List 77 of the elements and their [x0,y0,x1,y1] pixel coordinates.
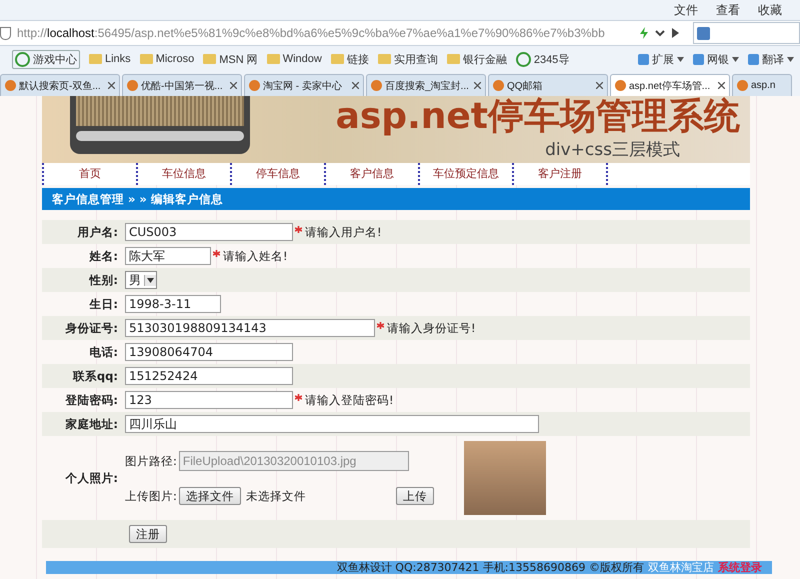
search-field[interactable] [693,22,800,44]
bookmark[interactable]: 2345导 [516,52,570,66]
caret-icon[interactable] [787,56,794,62]
field-label: 上传图片: [125,488,177,504]
input-field[interactable]: 123 [125,391,293,409]
hint-text: 请输入登陆密码! [305,392,394,408]
bookmark-folder[interactable]: Window [266,53,322,65]
nav-link[interactable]: 车位信息 [136,163,230,185]
field-label: 联系qq: [72,368,119,384]
bookmark-folder[interactable]: Links [89,53,131,65]
bookmark-folder[interactable]: 实用查询 [378,52,438,66]
gender-select[interactable]: 男 [125,271,157,289]
input-field[interactable]: 513030198809134143 [125,319,375,337]
upload-button[interactable]: 上传 [396,487,434,505]
field-label: 电话: [88,344,119,360]
bookmark-folder[interactable]: Microso [140,53,194,65]
close-icon[interactable] [108,82,115,89]
register-button[interactable]: 注册 [129,525,167,543]
close-icon[interactable] [474,82,481,89]
field-label: 登陆密码: [64,392,119,408]
caret-icon[interactable] [147,278,154,282]
input-field[interactable]: 四川乐山 [125,415,539,433]
browser-tab[interactable]: 淘宝网 - 卖家中心 [244,74,364,96]
field-label: 性别: [88,272,119,288]
bookmark[interactable]: 游戏中心 [12,50,80,68]
hint-text: 请输入身份证号! [387,320,476,336]
nav-link[interactable]: 客户注册 [512,163,608,185]
hint-text: 请输入姓名! [223,248,288,264]
close-icon[interactable] [352,82,359,89]
nav-link[interactable]: 停车信息 [230,163,324,185]
caret-icon[interactable] [677,56,684,62]
browser-tab[interactable]: QQ邮箱 [488,74,608,96]
breadcrumb-bar: 客户信息管理 » » 编辑客户信息 [42,188,750,210]
field-label: 生日: [88,296,119,312]
bookmark-folder[interactable]: 链接 [330,52,369,66]
field-label: 身份证号: [64,320,119,336]
site-subtitle: div+css三层模式 [545,139,680,161]
close-icon[interactable] [230,82,237,89]
menu-item[interactable]: 收藏 [758,2,782,18]
file-status: 未选择文件 [246,488,306,504]
input-field[interactable]: CUS003 [125,223,293,241]
field-label: 姓名: [88,248,119,264]
site-title: asp.net停车场管理系统 [336,96,740,138]
browser-tab[interactable]: 百度搜索_淘宝封... [366,74,486,96]
input-field[interactable]: 1998-3-11 [125,295,221,313]
bookmark-folder[interactable]: MSN 网 [203,52,258,66]
toolbar-button[interactable]: 扩展 [638,52,684,66]
search-icon [697,26,710,40]
nav-link[interactable]: 车位预定信息 [418,163,512,185]
toolbar-button[interactable]: 翻译 [748,52,794,66]
nav-link[interactable]: 首页 [42,163,136,185]
lightning-icon[interactable] [640,27,648,39]
close-icon[interactable] [718,82,725,89]
menu-item[interactable]: 查看 [716,2,740,18]
input-field[interactable]: 151252424 [125,367,293,385]
nav-link[interactable]: 客户信息 [324,163,418,185]
copyright-text: 双鱼林设计 QQ:287307421 手机:13558690869 ©版权所有 [336,560,644,575]
bookmark-folder[interactable]: 银行金融 [446,52,507,66]
field-label: 个人照片: [64,470,119,486]
field-label: 用户名: [76,224,119,240]
hint-text: 请输入用户名! [305,224,382,240]
shield-icon [0,26,11,40]
toolbar-button[interactable]: 网银 [693,52,739,66]
field-label: 图片路径: [125,454,177,468]
input-field[interactable]: 陈大军 [125,247,211,265]
field-label: 家庭地址: [64,416,119,432]
caret-icon[interactable] [732,56,739,62]
play-icon[interactable] [672,28,679,38]
menu-item[interactable]: 文件 [674,2,698,18]
browser-tab[interactable]: asp.n [732,74,792,96]
input-field[interactable]: 13908064704 [125,343,293,361]
browser-tab[interactable]: 默认搜索页-双鱼... [0,74,120,96]
browser-tab[interactable]: asp.net停车场管... [610,74,730,96]
choose-file-button[interactable]: 选择文件 [178,487,241,505]
browser-tab[interactable]: 优酷-中国第一视... [122,74,242,96]
close-icon[interactable] [596,82,603,89]
caret-icon[interactable] [655,30,665,36]
